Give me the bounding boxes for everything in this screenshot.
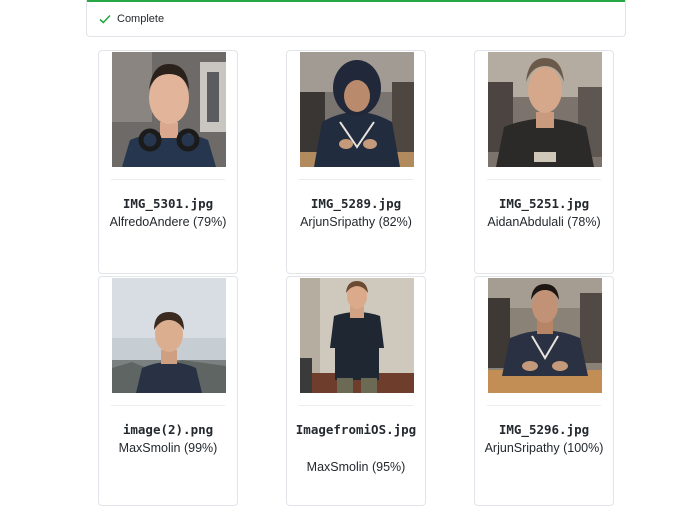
prediction-label: ArjunSripathy (82%) <box>300 215 412 229</box>
prediction-label: AlfredoAndere (79%) <box>109 215 227 229</box>
file-name: IMG_5296.jpg <box>498 422 590 437</box>
result-photo <box>488 278 602 393</box>
result-card: IMG_5251.jpg AidanAbdulali (78%) <box>474 50 614 274</box>
result-photo <box>300 52 414 167</box>
file-name: ImagefromiOS.jpg <box>295 422 417 437</box>
file-name: IMG_5289.jpg <box>310 196 402 211</box>
result-photo <box>300 278 414 393</box>
prediction-label: ArjunSripathy (100%) <box>484 441 604 455</box>
card-divider <box>487 405 601 406</box>
file-name: IMG_5251.jpg <box>498 196 590 211</box>
result-card: ImagefromiOS.jpg MaxSmolin (95%) <box>286 276 426 506</box>
prediction-label: MaxSmolin (95%) <box>306 460 406 474</box>
card-divider <box>299 405 413 406</box>
status-label: Complete <box>117 13 165 25</box>
result-photo <box>488 52 602 167</box>
prediction-label: MaxSmolin (99%) <box>118 441 218 455</box>
card-divider <box>111 179 225 180</box>
result-card: image(2).png MaxSmolin (99%) <box>98 276 238 506</box>
result-card: IMG_5301.jpg AlfredoAndere (79%) <box>98 50 238 274</box>
result-card: IMG_5289.jpg ArjunSripathy (82%) <box>286 50 426 274</box>
check-icon <box>99 14 111 24</box>
card-divider <box>111 405 225 406</box>
prediction-label: AidanAbdulali (78%) <box>487 215 601 229</box>
status-panel: Complete <box>86 0 626 37</box>
card-divider <box>299 179 413 180</box>
file-name: image(2).png <box>122 422 214 437</box>
result-photo <box>112 52 226 167</box>
result-photo <box>112 278 226 393</box>
file-name: IMG_5301.jpg <box>122 196 214 211</box>
status-row: Complete <box>99 11 164 27</box>
progress-bar <box>87 0 625 2</box>
card-divider <box>487 179 601 180</box>
result-card: IMG_5296.jpg ArjunSripathy (100%) <box>474 276 614 506</box>
